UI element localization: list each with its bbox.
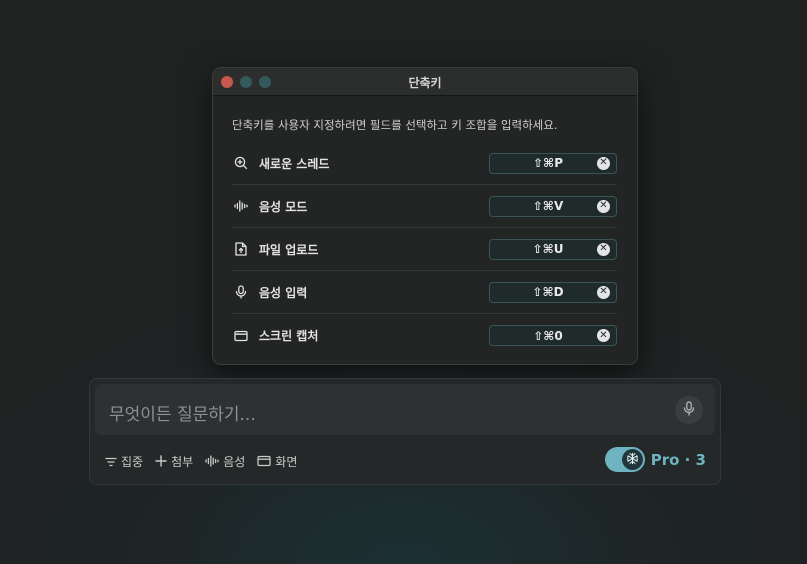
shortcut-keys: ⇧⌘0 (533, 328, 563, 343)
question-placeholder: 무엇이든 질문하기... (109, 405, 256, 425)
clear-shortcut-button[interactable]: ✕ (597, 199, 610, 213)
pro-toggle[interactable] (604, 447, 645, 472)
shortcut-key-field[interactable]: ⇧⌘V ✕ (489, 195, 617, 217)
shortcut-list: 새로운 스레드 ⇧⌘P ✕ 음성 모드 ⇧⌘V ✕ 파일 업로드 ⇧⌘U ✕ 음… (232, 142, 617, 357)
shortcut-label: 스크린 캡처 (259, 329, 319, 343)
focus-filter-icon (105, 452, 117, 471)
chat-composer: 무엇이든 질문하기... 집중 첨부 음성 화면 Pro · 3 (89, 378, 721, 485)
shortcuts-dialog: 단축키 단축키를 사용자 지정하려면 필드를 선택하고 키 조합을 입력하세요.… (212, 67, 638, 365)
shortcut-row: 음성 입력 ⇧⌘D ✕ (232, 271, 617, 314)
dialog-description: 단축키를 사용자 지정하려면 필드를 선택하고 키 조합을 입력하세요. (232, 118, 558, 132)
voice-wave-icon (205, 452, 219, 471)
question-input[interactable]: 무엇이든 질문하기... (95, 384, 715, 435)
shortcut-keys: ⇧⌘P (533, 156, 563, 170)
clear-shortcut-button[interactable]: ✕ (597, 242, 610, 256)
shortcut-row: 파일 업로드 ⇧⌘U ✕ (232, 228, 617, 271)
screen-button[interactable]: 화면 (257, 452, 297, 471)
shortcut-key-field[interactable]: ⇧⌘P ✕ (489, 152, 617, 174)
shortcut-label: 파일 업로드 (259, 242, 319, 257)
shortcut-keys: ⇧⌘U (532, 242, 564, 256)
toggle-knob (621, 449, 643, 470)
shortcut-label: 음성 입력 (259, 285, 308, 300)
shortcut-keys: ⇧⌘V (532, 199, 564, 213)
shortcut-row: 새로운 스레드 ⇧⌘P ✕ (232, 142, 617, 185)
shortcut-row: 음성 모드 ⇧⌘V ✕ (232, 185, 617, 228)
composer-toolbar: 집중 첨부 음성 화면 (105, 452, 309, 471)
focus-label: 집중 (121, 455, 144, 469)
title-bar: 단축키 (213, 68, 637, 96)
screen-capture-icon (233, 328, 249, 344)
voice-label: 음성 (223, 455, 246, 469)
voice-mode-icon (233, 198, 249, 214)
attach-button[interactable]: 첨부 (155, 452, 193, 471)
clear-shortcut-button[interactable]: ✕ (597, 329, 610, 342)
clear-shortcut-button[interactable]: ✕ (597, 156, 610, 170)
shortcut-label: 새로운 스레드 (259, 156, 330, 171)
attach-label: 첨부 (171, 455, 194, 469)
voice-input-button[interactable] (675, 396, 703, 424)
file-upload-icon (233, 241, 249, 257)
shortcut-label: 음성 모드 (259, 199, 308, 214)
focus-button[interactable]: 집중 (105, 452, 143, 471)
shortcut-key-field[interactable]: ⇧⌘U ✕ (489, 238, 617, 260)
dialog-title: 단축키 (408, 76, 442, 90)
voice-button[interactable]: 음성 (205, 452, 245, 471)
microphone-icon (233, 284, 249, 300)
clear-shortcut-button[interactable]: ✕ (597, 285, 610, 299)
new-thread-icon (233, 155, 249, 171)
shortcut-key-field[interactable]: ⇧⌘D ✕ (489, 281, 617, 303)
pro-search-toggle-group: Pro · 3 (604, 447, 706, 472)
microphone-icon (683, 400, 695, 420)
screen-label: 화면 (275, 455, 298, 469)
pro-label: Pro · 3 (650, 450, 706, 469)
shortcut-key-field[interactable]: ⇧⌘0 ✕ (489, 325, 617, 346)
shortcut-row: 스크린 캡처 ⇧⌘0 ✕ (232, 314, 617, 357)
screen-icon (257, 452, 271, 471)
plus-icon (155, 452, 167, 471)
perplexity-logo-icon (626, 450, 639, 469)
shortcut-keys: ⇧⌘D (532, 285, 564, 299)
